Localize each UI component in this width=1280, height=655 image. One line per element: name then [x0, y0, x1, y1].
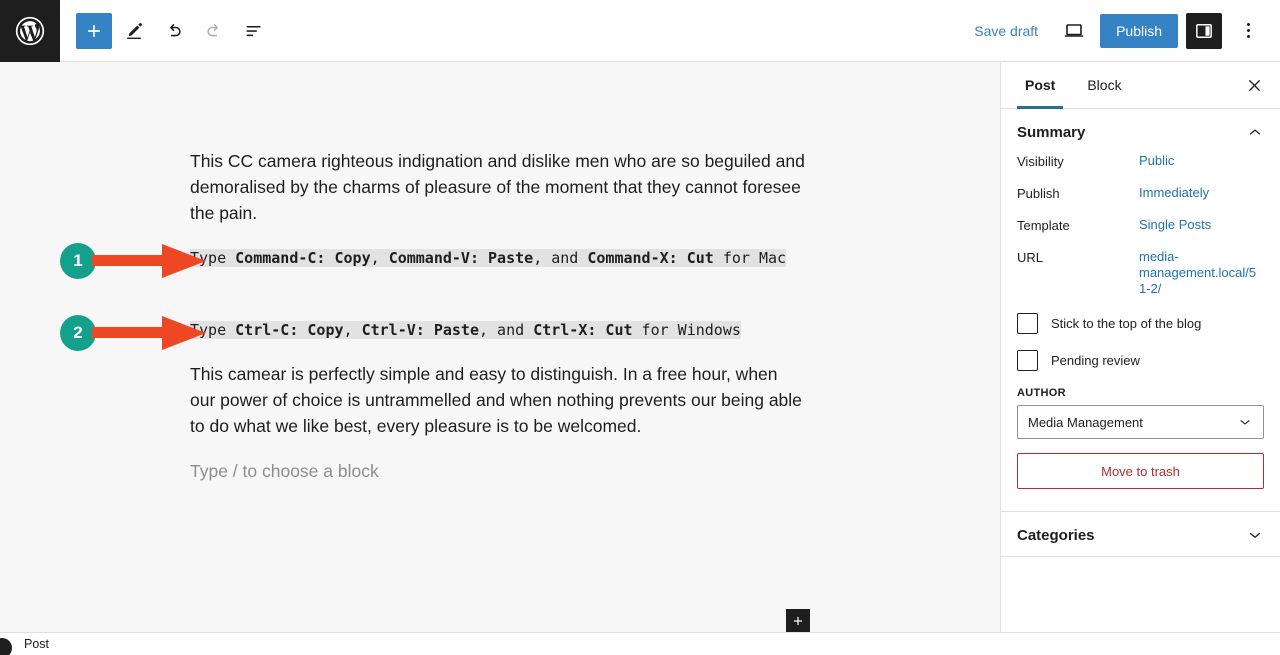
section-divider — [1001, 556, 1280, 557]
publish-date-value-button[interactable]: Immediately — [1139, 185, 1209, 201]
chevron-down-icon — [1240, 420, 1250, 425]
publish-button[interactable]: Publish — [1100, 13, 1178, 48]
row-label: URL — [1017, 250, 1044, 265]
code-keys-paste: Command-V: Paste — [388, 249, 534, 267]
close-sidebar-button[interactable] — [1236, 67, 1272, 103]
author-selected-value: Media Management — [1028, 414, 1143, 430]
save-draft-button[interactable]: Save draft — [964, 17, 1048, 45]
plus-icon — [88, 24, 100, 37]
annotation-number-badge: 2 — [60, 315, 96, 351]
code-suffix: for Windows — [632, 321, 741, 339]
code-keys-cut: Command-X: Cut — [587, 249, 714, 267]
paragraph-block[interactable]: This CC camera righteous indignation and… — [190, 148, 806, 226]
wordpress-logo-button[interactable] — [0, 0, 60, 62]
toolbar-left-group — [60, 12, 272, 49]
visibility-value-button[interactable]: Public — [1139, 153, 1174, 169]
tools-pencil-button[interactable] — [116, 13, 152, 49]
wordpress-block-editor: Save draft Publish This CC camera righte… — [0, 0, 1280, 655]
row-label: Publish — [1017, 186, 1060, 201]
laptop-preview-icon — [1064, 23, 1084, 37]
tab-block[interactable]: Block — [1071, 62, 1137, 109]
summary-title: Summary — [1017, 123, 1086, 141]
paragraph-block[interactable]: This camear is perfectly simple and easy… — [190, 361, 806, 439]
code-paragraph-block-windows[interactable]: Type Ctrl-C: Copy, Ctrl-V: Paste, and Ct… — [190, 317, 830, 343]
add-block-button[interactable] — [76, 12, 112, 49]
summary-section-header[interactable]: Summary — [1001, 109, 1280, 153]
code-keys-copy: Ctrl-C: Copy — [235, 321, 344, 339]
sticky-post-label: Stick to the top of the blog — [1051, 316, 1202, 331]
arrow-right-icon — [92, 244, 206, 278]
summary-row-template: Template Single Posts — [1017, 217, 1264, 233]
move-to-trash-button[interactable]: Move to trash — [1017, 453, 1264, 489]
arrow-right-icon — [92, 316, 206, 350]
settings-sidebar-toggle-button[interactable] — [1186, 12, 1222, 49]
code-keys-cut: Ctrl-X: Cut — [533, 321, 633, 339]
categories-section-header[interactable]: Categories — [1001, 512, 1280, 556]
redo-arrow-icon — [207, 23, 218, 36]
more-options-button[interactable] — [1230, 13, 1266, 49]
plus-icon — [793, 616, 803, 626]
redo-button[interactable] — [196, 13, 232, 49]
permalink-value-button[interactable]: media-management.local/51-2/ — [1139, 249, 1257, 297]
annotation-marker-1: 1 — [60, 239, 208, 283]
code-keys-paste: Ctrl-V: Paste — [361, 321, 479, 339]
code-paragraph-block-mac[interactable]: Type Command-C: Copy, Command-V: Paste, … — [190, 245, 806, 271]
pencil-icon — [127, 22, 142, 39]
row-label: Visibility — [1017, 154, 1064, 169]
wordpress-logo-icon — [13, 14, 47, 48]
annotation-number-badge: 1 — [60, 243, 96, 279]
sidebar-tab-bar: Post Block — [1001, 62, 1280, 109]
editor-top-toolbar: Save draft Publish — [0, 0, 1280, 62]
pending-review-label: Pending review — [1051, 353, 1140, 368]
template-value-button[interactable]: Single Posts — [1139, 217, 1211, 233]
chevron-down-icon — [1249, 532, 1261, 538]
summary-section-body: Visibility Public Publish Immediately Te… — [1001, 153, 1280, 511]
close-icon — [1248, 79, 1260, 91]
preview-button[interactable] — [1056, 13, 1092, 49]
author-select[interactable]: Media Management — [1017, 405, 1264, 439]
document-overview-icon — [246, 25, 261, 36]
summary-row-publish: Publish Immediately — [1017, 185, 1264, 201]
code-keys-copy: Command-C: Copy — [235, 249, 371, 267]
settings-sidebar: Post Block Summary Visibility Public Pub… — [1000, 62, 1280, 632]
sticky-post-checkbox-row[interactable]: Stick to the top of the blog — [1017, 313, 1264, 334]
row-label: Template — [1017, 218, 1070, 233]
checkbox-unchecked-icon[interactable] — [1017, 350, 1038, 371]
summary-row-visibility: Visibility Public — [1017, 153, 1264, 169]
annotation-marker-2: 2 — [60, 311, 208, 355]
toolbar-right-group: Save draft Publish — [964, 12, 1280, 49]
post-content: This CC camera righteous indignation and… — [0, 62, 1000, 632]
kebab-menu-icon — [1246, 29, 1250, 32]
undo-button[interactable] — [156, 13, 192, 49]
code-separator: , — [343, 321, 362, 339]
checkbox-unchecked-icon[interactable] — [1017, 313, 1038, 334]
undo-arrow-icon — [170, 23, 181, 36]
author-field-label: AUTHOR — [1017, 387, 1066, 399]
sidebar-toggle-icon — [1196, 23, 1212, 38]
code-suffix: for Mac — [713, 249, 787, 267]
code-separator: , and — [479, 321, 534, 339]
code-separator: , — [370, 249, 389, 267]
editor-canvas[interactable]: This CC camera righteous indignation and… — [0, 62, 1000, 632]
tab-post[interactable]: Post — [1009, 62, 1071, 109]
list-view-button[interactable] — [236, 13, 272, 49]
code-separator: , and — [533, 249, 588, 267]
editor-status-bar: Post — [0, 632, 1280, 655]
block-inserter-button[interactable] — [786, 609, 810, 632]
pending-review-checkbox-row[interactable]: Pending review — [1017, 350, 1264, 371]
chevron-up-icon — [1249, 129, 1261, 135]
summary-row-url: URL media-management.local/51-2/ — [1017, 249, 1264, 297]
categories-title: Categories — [1017, 526, 1095, 544]
kebab-menu-icon — [1246, 23, 1250, 26]
empty-block-placeholder[interactable]: Type / to choose a block — [190, 458, 806, 484]
kebab-menu-icon — [1246, 35, 1250, 38]
